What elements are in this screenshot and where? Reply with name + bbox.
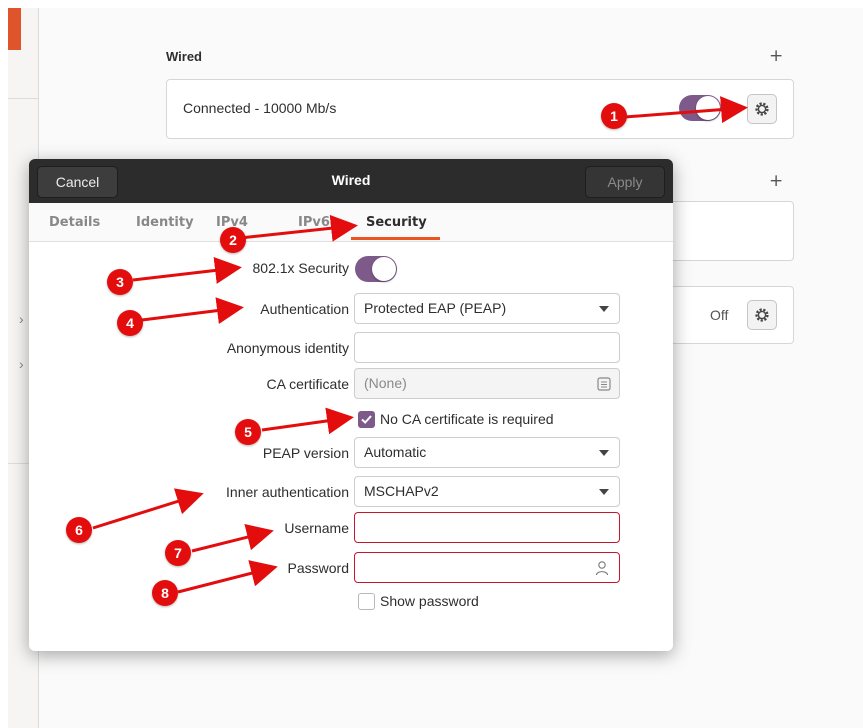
dialog-title: Wired (331, 172, 371, 188)
wired-settings-dialog: Cancel Wired Apply Details Identity IPv4… (29, 159, 673, 651)
wired-connection-row: Connected - 10000 Mb/s (166, 79, 794, 139)
authentication-dropdown[interactable]: Protected EAP (PEAP) (354, 293, 620, 324)
connection-status-text: Connected - 10000 Mb/s (183, 100, 337, 116)
gear-icon (755, 308, 769, 322)
annotation-badge-5: 5 (235, 419, 261, 445)
no-ca-label: No CA certificate is required (380, 411, 554, 427)
security-label: 802.1x Security (252, 260, 350, 276)
security-toggle[interactable] (355, 256, 397, 282)
show-password-label: Show password (380, 593, 479, 609)
add-vpn-plus-icon[interactable]: + (769, 171, 783, 191)
authentication-label: Authentication (260, 301, 349, 317)
anonymous-identity-input[interactable] (354, 332, 620, 363)
wired-settings-button[interactable] (747, 94, 777, 124)
ca-certificate-field[interactable]: (None) (354, 368, 620, 399)
toggle-knob (696, 96, 720, 120)
show-password-checkbox[interactable] (358, 593, 375, 610)
annotation-badge-6: 6 (66, 517, 92, 543)
ca-certificate-value: (None) (364, 375, 407, 391)
username-label: Username (284, 520, 349, 536)
gear-icon (755, 102, 769, 116)
peap-version-dropdown[interactable]: Automatic (354, 437, 620, 468)
annotation-badge-1: 1 (601, 103, 627, 129)
annotation-badge-4: 4 (117, 310, 143, 336)
toggle-knob (372, 257, 396, 281)
peap-version-label: PEAP version (262, 445, 349, 461)
inner-authentication-label: Inner authentication (226, 484, 349, 500)
chevron-right-icon[interactable]: › (19, 311, 24, 327)
tab-identity[interactable]: Identity (136, 215, 194, 230)
tab-details[interactable]: Details (49, 215, 100, 230)
ca-certificate-label: CA certificate (266, 376, 349, 392)
username-input[interactable] (354, 512, 620, 543)
annotation-badge-3: 3 (107, 269, 133, 295)
password-input[interactable] (354, 552, 620, 583)
background-card-off-row: Off (666, 286, 794, 344)
sidebar-divider (8, 98, 39, 99)
chevron-right-icon[interactable]: › (19, 356, 24, 372)
checkmark-icon (361, 415, 372, 424)
wired-connection-toggle[interactable] (679, 95, 721, 121)
annotation-badge-2: 2 (220, 227, 246, 253)
anonymous-identity-label: Anonymous identity (226, 340, 349, 356)
apply-button[interactable]: Apply (585, 166, 665, 198)
settings-button[interactable] (747, 300, 777, 330)
wired-section-title: Wired (166, 49, 202, 64)
tab-security[interactable]: Security (366, 215, 427, 230)
inner-authentication-dropdown[interactable]: MSCHAPv2 (354, 476, 620, 507)
active-tab-underline (351, 237, 440, 240)
dialog-tabs: Details Identity IPv4 IPv6 Security (29, 203, 673, 242)
add-connection-plus-icon[interactable]: + (769, 46, 783, 66)
file-chooser-icon[interactable] (597, 377, 611, 391)
background-card (666, 201, 794, 261)
sidebar-selected-item[interactable] (8, 8, 21, 50)
no-ca-checkbox[interactable] (358, 411, 375, 428)
annotation-badge-7: 7 (165, 540, 191, 566)
tab-ipv6[interactable]: IPv6 (298, 215, 330, 230)
annotation-badge-8: 8 (152, 580, 178, 606)
dialog-titlebar: Cancel Wired Apply (29, 159, 673, 203)
user-icon[interactable] (595, 560, 609, 576)
off-status-text: Off (710, 307, 729, 323)
